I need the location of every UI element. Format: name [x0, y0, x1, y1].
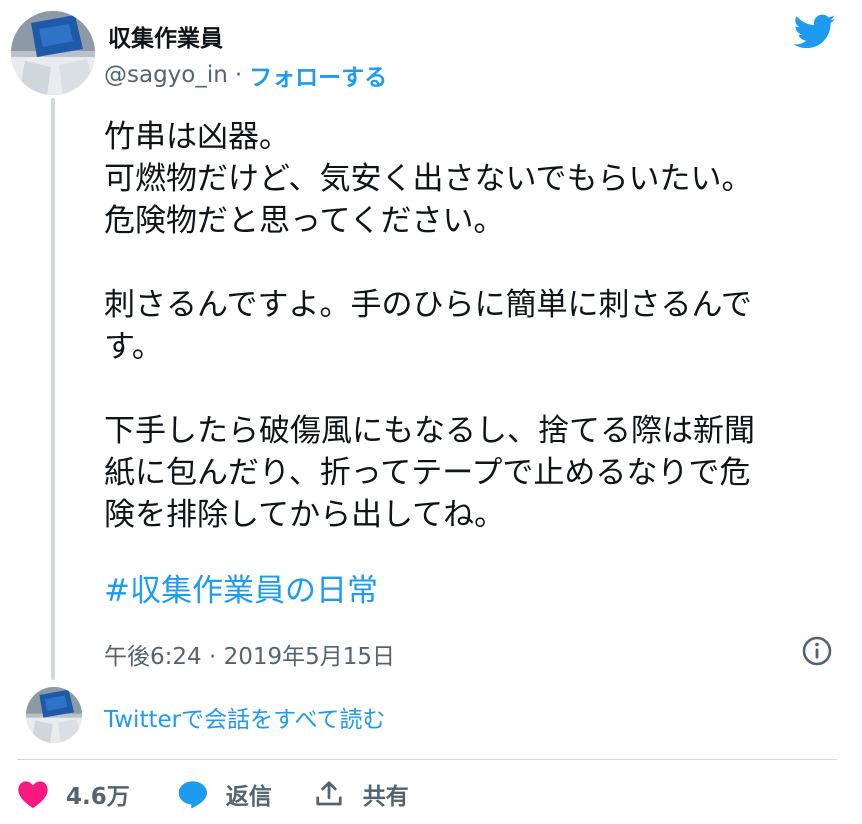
share-button[interactable]: 共有: [314, 777, 409, 811]
like-count: 4.6万: [66, 784, 130, 810]
info-icon[interactable]: [801, 635, 833, 667]
tweet-paragraph: 刺さるんですよ。手のひらに簡単に刺さるんで す。: [104, 284, 844, 368]
avatar-small[interactable]: [26, 687, 82, 743]
tweet-paragraph: 竹串は凶器。 可燃物だけど、気安く出さないでもらいたい。 危険物だと思ってくださ…: [104, 116, 844, 242]
share-icon: [316, 781, 342, 806]
handle-row: @sagyo_in · フォローする: [104, 58, 387, 92]
thread-line: [51, 98, 55, 680]
like-button[interactable]: 4.6万: [17, 777, 177, 811]
tweet-line: 下手したら破傷風にもなるし、捨てる際は新聞: [104, 413, 755, 449]
follow-button[interactable]: フォローする: [249, 58, 387, 92]
tweet-text: 竹串は凶器。 可燃物だけど、気安く出さないでもらいたい。 危険物だと思ってくださ…: [104, 116, 844, 612]
reply-button[interactable]: 返信: [177, 777, 314, 811]
divider: [17, 759, 837, 760]
read-conversation-link[interactable]: Twitterで会話をすべて読む: [104, 700, 386, 734]
reply-label: 返信: [225, 784, 272, 810]
reply-bubble-icon: [178, 781, 207, 809]
tweet-line: 険を排除してから出してね。: [104, 497, 506, 533]
tweet-line: 刺さるんですよ。手のひらに簡単に刺さるんで: [104, 287, 752, 323]
share-label: 共有: [362, 784, 409, 810]
separator-dot: ·: [234, 62, 243, 88]
hashtag-link[interactable]: #収集作業員の日常: [104, 570, 844, 612]
twitter-bird-icon[interactable]: [794, 14, 836, 50]
timestamp[interactable]: 午後6:24 · 2019年5月15日: [104, 637, 395, 671]
tweet-line: 竹串は凶器。: [104, 119, 290, 155]
display-name[interactable]: 収集作業員: [108, 19, 223, 53]
tweet-line: 可燃物だけど、気安く出さないでもらいたい。: [104, 161, 753, 197]
tweet-paragraph: 下手したら破傷風にもなるし、捨てる際は新聞 紙に包んだり、折ってテープで止めるな…: [104, 410, 844, 536]
tweet-line: す。: [104, 329, 163, 365]
tweet-line: 紙に包んだり、折ってテープで止めるなりで危: [104, 455, 751, 491]
tweet-line: 危険物だと思ってください。: [104, 203, 505, 239]
avatar[interactable]: [11, 11, 95, 95]
heart-icon: [18, 781, 48, 809]
handle[interactable]: @sagyo_in: [104, 62, 228, 88]
action-bar: 4.6万 返信 共有: [17, 770, 409, 818]
